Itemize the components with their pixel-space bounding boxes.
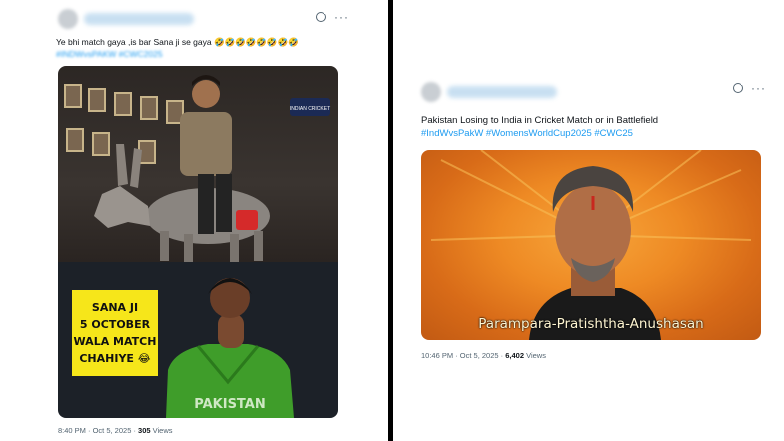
views-label: Views xyxy=(150,426,173,435)
panel-divider xyxy=(388,0,393,441)
post-hashtags[interactable]: #INDWvsPAKW #CWC2025 xyxy=(56,48,163,60)
post-meta: 8:40 PM · Oct 5, 2025 · 305 Views xyxy=(58,426,173,435)
post-text: Ye bhi match gaya ,is bar Sana ji se gay… xyxy=(56,37,299,47)
meme-caption: Parampara-Pratishtha-Anushasan xyxy=(478,316,704,332)
more-options-icon[interactable]: ··· xyxy=(334,11,349,23)
left-post[interactable]: ··· Ye bhi match gaya ,is bar Sana ji se… xyxy=(50,0,350,441)
post-timestamp[interactable]: 10:46 PM · Oct 5, 2025 · xyxy=(421,351,505,360)
avatar[interactable] xyxy=(421,82,441,102)
avatar[interactable] xyxy=(58,9,78,29)
post-media-image[interactable]: Parampara-Pratishtha-Anushasan xyxy=(421,150,761,340)
redacted-username[interactable] xyxy=(84,13,194,25)
post-timestamp[interactable]: 8:40 PM · Oct 5, 2025 · xyxy=(58,426,138,435)
post-meta: 10:46 PM · Oct 5, 2025 · 6,402 Views xyxy=(421,351,546,360)
grok-icon[interactable] xyxy=(316,10,328,22)
right-post[interactable]: ··· Pakistan Losing to India in Cricket … xyxy=(415,0,770,441)
badge-text: INDIAN CRICKET xyxy=(290,106,330,112)
header-actions: ··· xyxy=(733,81,766,94)
post-header xyxy=(421,82,557,102)
player-illustration: PAKISTAN xyxy=(166,278,294,418)
views-count: 6,402 xyxy=(505,351,524,360)
post-header xyxy=(58,9,194,29)
meme-top-panel: INDIAN CRICKET xyxy=(58,66,338,262)
post-text: Pakistan Losing to India in Cricket Matc… xyxy=(421,115,659,126)
more-options-icon[interactable]: ··· xyxy=(751,82,766,94)
meme-bottom-panel: SANA JI 5 OCTOBER WALA MATCH CHAHIYE 😂 P… xyxy=(58,262,338,418)
views-label: Views xyxy=(524,351,546,360)
grok-icon[interactable] xyxy=(733,81,745,93)
jersey-text: PAKISTAN xyxy=(194,397,265,412)
header-actions: ··· xyxy=(316,10,349,23)
actor-portrait-illustration xyxy=(430,150,752,340)
post-media-image[interactable]: INDIAN CRICKET SANA JI 5 OCTOBER WALA MA… xyxy=(58,66,338,418)
post-hashtags[interactable]: #IndWvsPakW #WomensWorldCup2025 #CWC25 xyxy=(421,128,633,140)
redacted-username[interactable] xyxy=(447,86,557,98)
views-count: 305 xyxy=(138,426,151,435)
man-on-donkey-illustration: INDIAN CRICKET xyxy=(94,75,330,262)
